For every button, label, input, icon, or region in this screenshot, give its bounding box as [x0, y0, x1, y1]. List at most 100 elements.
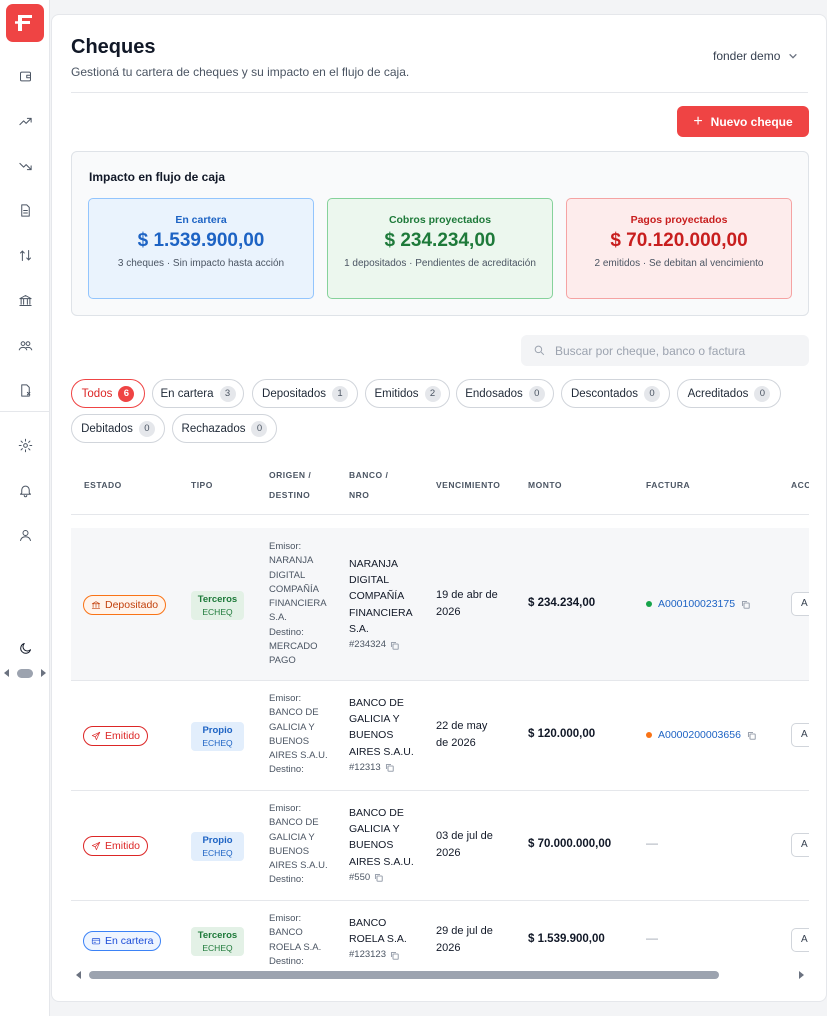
- bank-icon: [91, 601, 101, 609]
- logo-mark-icon: [15, 15, 32, 31]
- sidebar-collapse-control[interactable]: [4, 666, 46, 680]
- col-tipo[interactable]: TIPO: [191, 475, 213, 495]
- banco-line: BANCO DE: [349, 697, 404, 709]
- copy-icon[interactable]: [390, 641, 399, 650]
- filter-chip-count: 0: [251, 420, 268, 437]
- table-row[interactable]: En cartera Terceros ECHEQ Emisor: BANCO …: [71, 901, 809, 971]
- col-monto[interactable]: MONTO: [528, 475, 562, 495]
- banco-line: S.A.: [349, 622, 369, 635]
- users-icon[interactable]: [15, 335, 35, 355]
- row-action-button[interactable]: A: [791, 833, 809, 857]
- copy-icon[interactable]: [747, 731, 756, 740]
- filter-chip-label: En cartera: [160, 387, 214, 400]
- cheque-number-text: #234324: [349, 639, 386, 651]
- status-label: Depositado: [105, 599, 159, 611]
- status-badge: En cartera: [83, 931, 162, 951]
- banco-line: BUENOS: [349, 729, 394, 742]
- banco-nro: NARANJA DIGITAL COMPAÑÍA FINANCIERA S.A.…: [349, 556, 427, 653]
- copy-icon[interactable]: [385, 763, 394, 773]
- filter-chip-depositados[interactable]: Depositados 1: [252, 379, 358, 408]
- filter-chip-acreditados[interactable]: Acreditados 0: [677, 379, 781, 408]
- filter-chip-label: Emitidos: [374, 387, 419, 400]
- copy-icon[interactable]: [374, 873, 383, 883]
- emisor-line: BANCO DE: [269, 817, 319, 829]
- collapse-handle[interactable]: [17, 668, 33, 678]
- impact-card-label: En cartera: [175, 214, 227, 226]
- row-action-button[interactable]: A: [791, 928, 809, 952]
- monto: $ 70.000.000,00: [528, 838, 612, 850]
- user-icon[interactable]: [15, 525, 35, 545]
- venc-line: 03 de jul de: [436, 830, 493, 842]
- col-estado[interactable]: ESTADO: [84, 475, 122, 495]
- col-factura[interactable]: FACTURA: [646, 475, 690, 495]
- plus-icon: +: [693, 112, 703, 130]
- moon-icon[interactable]: [15, 638, 35, 658]
- tipo-sub: ECHEQ: [202, 738, 233, 748]
- venc-line: 19 de abr de: [436, 589, 498, 601]
- filter-chip-label: Endosados: [465, 387, 523, 400]
- gear-icon[interactable]: [15, 435, 35, 455]
- banco-line: ROELA S.A.: [349, 933, 407, 946]
- row-action-button[interactable]: A: [791, 723, 809, 747]
- tipo-label: Terceros: [197, 930, 238, 941]
- cheque-number: #234324: [349, 637, 427, 653]
- chevron-right-icon[interactable]: [41, 669, 46, 677]
- filter-chip-label: Todos: [81, 387, 113, 400]
- trending-up-icon[interactable]: [15, 111, 35, 131]
- wallet-icon: [91, 938, 101, 945]
- status-label: Emitido: [105, 730, 141, 742]
- cashflow-icon[interactable]: [15, 245, 35, 265]
- wallet-icon[interactable]: [15, 66, 35, 86]
- copy-icon[interactable]: [390, 951, 399, 960]
- document-icon[interactable]: [15, 200, 35, 220]
- emisor-line: AIRES S.A.U.: [269, 860, 328, 872]
- col-banco-line: BANCO /: [349, 470, 389, 480]
- scroll-right-icon[interactable]: [799, 971, 804, 979]
- factura-link[interactable]: A0000200003656: [646, 729, 756, 741]
- new-cheque-button[interactable]: + Nuevo cheque: [677, 106, 809, 137]
- table-horizontal-scrollbar[interactable]: [71, 967, 809, 983]
- table-row[interactable]: Emitido Propio ECHEQ Emisor: BANCO DE GA…: [71, 681, 809, 791]
- emisor-label: Emisor:: [269, 803, 302, 814]
- filter-chip-rechazados[interactable]: Rechazados 0: [172, 414, 277, 443]
- filter-chip-label: Debitados: [81, 422, 133, 435]
- receipt-icon[interactable]: [15, 380, 35, 400]
- col-banco[interactable]: BANCO / NRO: [349, 465, 388, 505]
- table-row[interactable]: Depositado Terceros ECHEQ Emisor: NARANJ…: [71, 528, 809, 681]
- filter-chip-count: 0: [644, 385, 661, 402]
- table-header: ESTADO TIPO ORIGEN / DESTINO BANCO / NRO…: [71, 455, 809, 515]
- bank-icon[interactable]: [15, 290, 35, 310]
- impact-card-label: Pagos proyectados: [630, 214, 728, 226]
- bell-icon[interactable]: [15, 480, 35, 500]
- emisor-line: ROELA S.A.: [269, 941, 322, 953]
- filter-chip-emitidos[interactable]: Emitidos 2: [365, 379, 450, 408]
- cheque-number-text: #12313: [349, 761, 381, 773]
- row-action-button[interactable]: A: [791, 592, 809, 616]
- chevron-left-icon[interactable]: [4, 669, 9, 677]
- banco-line: COMPAÑÍA: [349, 590, 405, 603]
- cheque-number-text: #123123: [349, 949, 386, 961]
- search-input[interactable]: [555, 343, 795, 358]
- factura-link[interactable]: A000100023175: [646, 598, 750, 610]
- trending-down-icon[interactable]: [15, 156, 35, 176]
- copy-icon[interactable]: [741, 600, 750, 609]
- monto: $ 234.234,00: [528, 597, 596, 609]
- col-acciones[interactable]: ACC: [791, 475, 809, 495]
- search-box[interactable]: [521, 335, 809, 366]
- monto: $ 1.539.900,00: [528, 933, 605, 945]
- filter-chip-en-cartera[interactable]: En cartera 3: [152, 379, 244, 408]
- filter-chip-todos[interactable]: Todos 6: [71, 379, 145, 408]
- col-origen[interactable]: ORIGEN / DESTINO: [269, 465, 311, 505]
- filter-chip-debitados[interactable]: Debitados 0: [71, 414, 165, 443]
- user-menu[interactable]: fonder demo: [713, 49, 798, 63]
- scrollbar-thumb[interactable]: [89, 971, 719, 979]
- filter-chip-endosados[interactable]: Endosados 0: [456, 379, 554, 408]
- app-logo[interactable]: [6, 4, 44, 42]
- table-row[interactable]: Emitido Propio ECHEQ Emisor: BANCO DE GA…: [71, 791, 809, 901]
- col-vencimiento[interactable]: VENCIMIENTO: [436, 475, 500, 495]
- impact-title: Impacto en flujo de caja: [89, 170, 226, 184]
- filter-chip-descontados[interactable]: Descontados 0: [561, 379, 670, 408]
- scroll-left-icon[interactable]: [76, 971, 81, 979]
- emisor-line: NARANJA: [269, 555, 314, 567]
- send-icon: [91, 731, 101, 741]
